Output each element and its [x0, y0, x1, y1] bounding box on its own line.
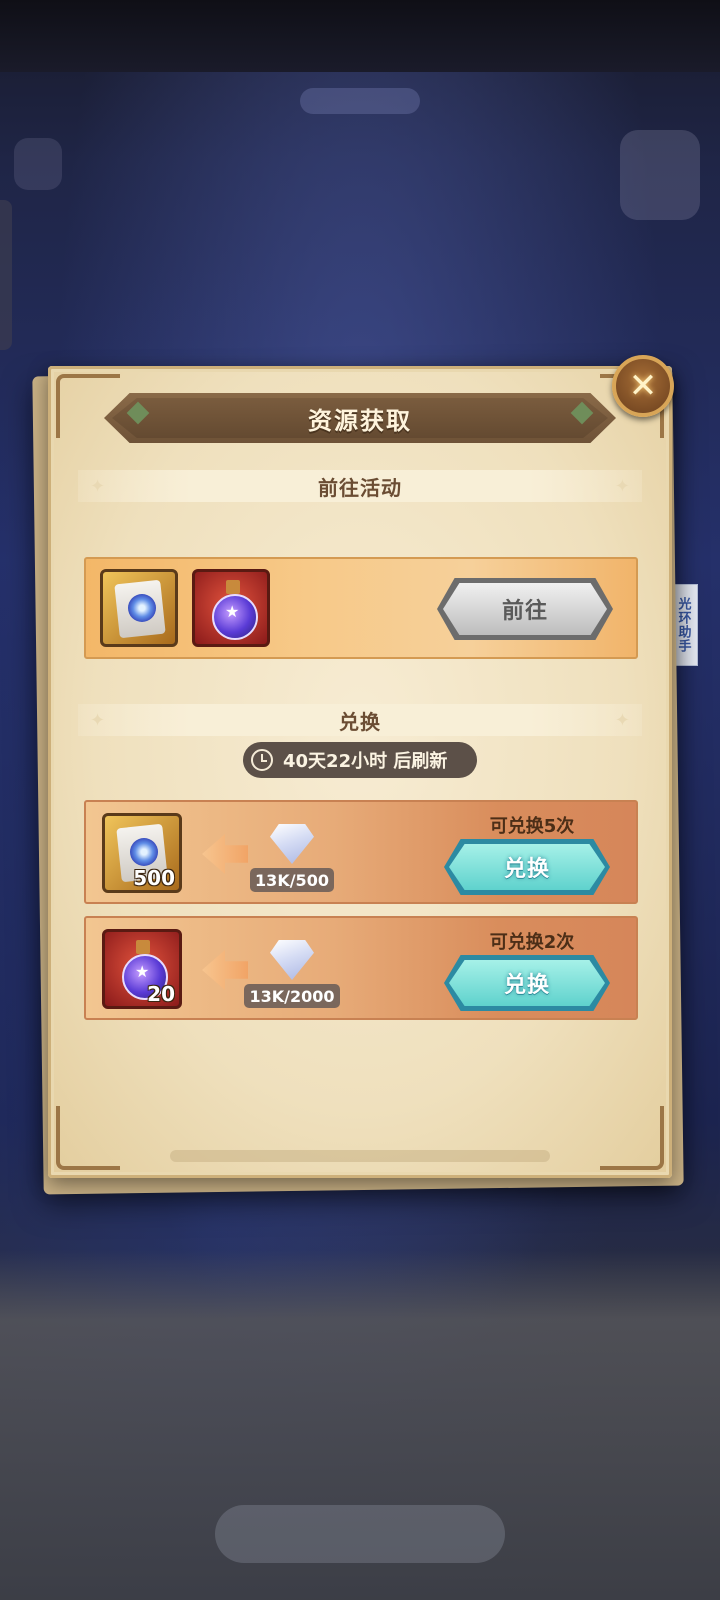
refresh-timer: 40天22小时 后刷新 — [243, 742, 477, 778]
scroll-icon[interactable] — [100, 569, 178, 647]
background-avatar — [620, 130, 700, 220]
sparkle-icon: ✦ — [614, 476, 630, 497]
swirl-emblem — [130, 838, 158, 866]
corner-ornament-tl — [56, 374, 120, 438]
title-banner: 资源获取 — [112, 398, 608, 438]
activity-section-title: 前往活动 — [318, 475, 402, 500]
close-button[interactable]: ✕ — [612, 355, 674, 417]
item-quantity: 20 — [147, 982, 175, 1006]
arrow-left-icon — [202, 950, 248, 990]
helper-tab-label: 光环助手 — [675, 597, 691, 653]
close-icon: ✕ — [628, 366, 658, 406]
star-icon: ★ — [225, 602, 240, 621]
sparkle-icon: ✦ — [614, 710, 630, 731]
potion-icon[interactable]: ★ 20 — [102, 929, 182, 1009]
corner-ornament-br — [600, 1106, 664, 1170]
clock-icon — [251, 749, 273, 771]
dialog-title: 资源获取 — [308, 406, 412, 435]
exchange-section-title: 兑换 — [339, 709, 381, 734]
exchange-button[interactable]: 兑换 — [449, 844, 605, 890]
exchange-button[interactable]: 兑换 — [449, 960, 605, 1006]
goto-button-label: 前往 — [501, 599, 548, 624]
background-menu-icon — [14, 138, 62, 190]
remaining-count: 可兑换5次 — [489, 816, 575, 837]
arrow-left-icon — [202, 834, 248, 874]
game-screen: 光环助手 资源获取 ✕ ✦ 前往活动 ✦ ★ 前往 ✦ 兑换 ✦ 40天22小时… — [0, 0, 720, 1600]
item-quantity: 500 — [133, 866, 175, 890]
background-side-strip — [0, 200, 12, 350]
potion-cork — [226, 580, 240, 594]
cost-label: 13K/2000 — [244, 984, 340, 1008]
diamond-icon — [270, 940, 314, 980]
background-bottom-button — [215, 1505, 505, 1563]
panel-bottom-shade — [170, 1150, 550, 1162]
sparkle-icon: ✦ — [90, 476, 106, 497]
activity-section-header: ✦ 前往活动 ✦ — [78, 470, 642, 502]
exchange-button-label: 兑换 — [503, 857, 550, 882]
remaining-count: 可兑换2次 — [489, 932, 575, 953]
corner-ornament-bl — [56, 1106, 120, 1170]
swirl-emblem — [128, 594, 156, 622]
star-icon: ★ — [135, 962, 150, 981]
refresh-timer-text: 40天22小时 后刷新 — [283, 751, 448, 772]
exchange-button-label: 兑换 — [503, 973, 550, 998]
potion-icon[interactable]: ★ — [192, 569, 270, 647]
diamond-icon — [270, 824, 314, 864]
background-title-blur — [300, 88, 420, 114]
scroll-icon[interactable]: 500 — [102, 813, 182, 893]
goto-button[interactable]: 前往 — [443, 583, 607, 635]
exchange-section-header: ✦ 兑换 ✦ — [78, 704, 642, 736]
potion-cork — [136, 940, 150, 954]
cost-label: 13K/500 — [250, 868, 334, 892]
background-top-bar — [0, 0, 720, 72]
sparkle-icon: ✦ — [90, 710, 106, 731]
